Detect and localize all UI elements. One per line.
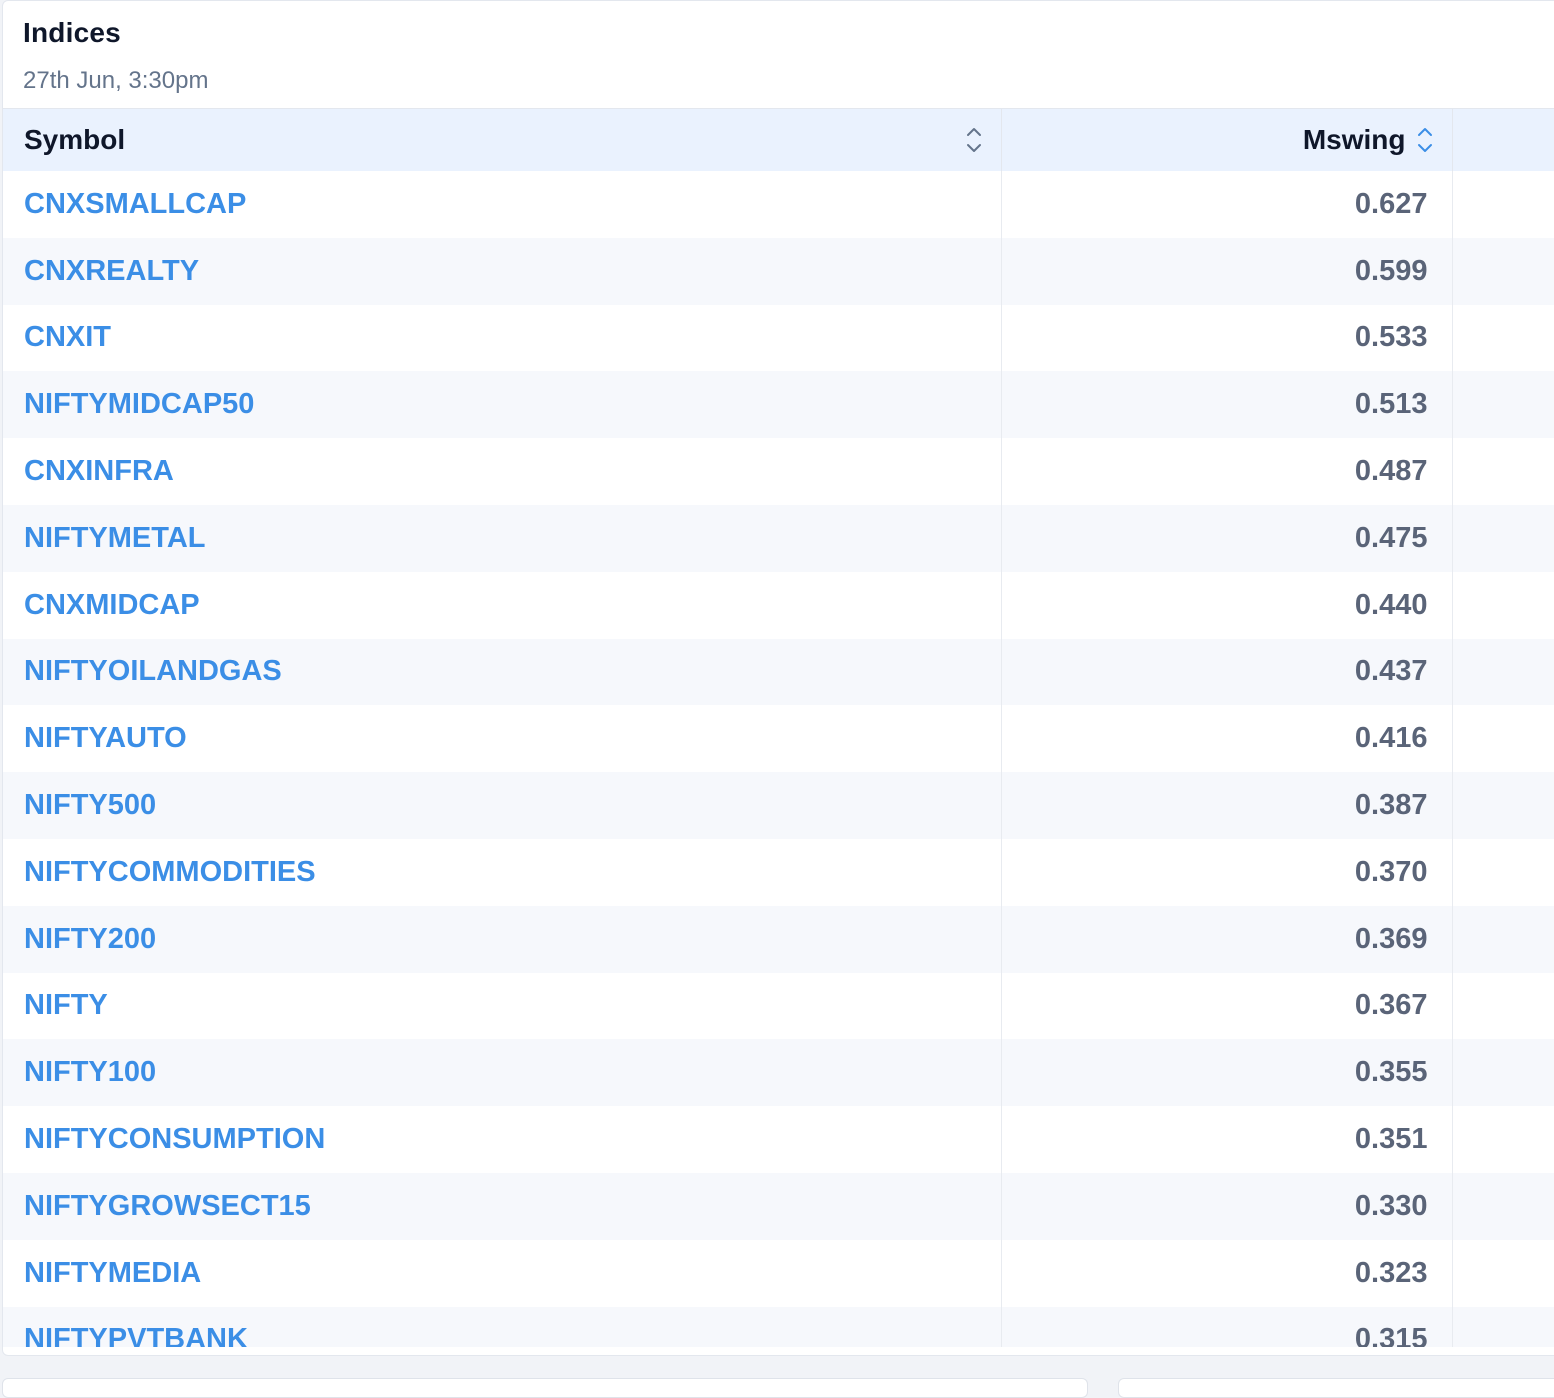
symbol-link[interactable]: CNXINFRA (3, 438, 1002, 505)
next-panel-right (1118, 1378, 1554, 1398)
symbol-link[interactable]: CNXREALTY (3, 237, 1002, 305)
mswing-value: 0.351 (1001, 1106, 1453, 1173)
row-spacer-cell (1452, 906, 1554, 973)
table-row[interactable]: CNXINFRA 0.487 (3, 438, 1554, 505)
table-row[interactable]: NIFTYMEDIA 0.323 (3, 1239, 1554, 1307)
table-row[interactable]: NIFTYMETAL 0.475 (3, 504, 1554, 572)
symbol-link[interactable]: NIFTY500 (3, 772, 1002, 839)
card-title: Indices (23, 17, 121, 48)
column-header-mswing-label: Mswing (1302, 124, 1406, 155)
column-header-symbol[interactable]: Symbol (3, 109, 1002, 171)
column-header-spacer (1452, 109, 1554, 171)
table-body: CNXSMALLCAP 0.627 CNXREALTY 0.599 CNXIT 0.533… (3, 171, 1554, 1347)
row-spacer-cell (1452, 305, 1554, 372)
row-spacer-cell (1452, 171, 1554, 238)
indices-card: Indices 27th Jun, 3:30pm Symbol Mswing C… (2, 0, 1554, 1356)
mswing-value: 0.369 (1001, 905, 1453, 973)
table-row[interactable]: NIFTYCOMMODITIES 0.370 (3, 838, 1554, 906)
table-row[interactable]: NIFTYGROWSECT15 0.330 (3, 1172, 1554, 1240)
table-row[interactable]: NIFTYMIDCAP50 0.513 (3, 371, 1554, 439)
card-header: Indices 27th Jun, 3:30pm (3, 1, 1554, 109)
symbol-link[interactable]: CNXMIDCAP (3, 571, 1002, 639)
row-spacer-cell (1452, 1039, 1554, 1106)
symbol-link[interactable]: NIFTYMETAL (3, 504, 1002, 572)
sort-up-down-icon[interactable] (965, 123, 983, 157)
table-row[interactable]: NIFTY 0.367 (3, 972, 1554, 1040)
symbol-link[interactable]: NIFTY (3, 972, 1002, 1040)
symbol-link[interactable]: NIFTYCONSUMPTION (3, 1106, 1002, 1173)
symbol-link[interactable]: NIFTYGROWSECT15 (3, 1172, 1002, 1240)
mswing-value: 0.355 (1001, 1039, 1453, 1107)
row-spacer-cell (1452, 371, 1554, 438)
row-spacer-cell (1452, 505, 1554, 572)
next-panel-left (2, 1378, 1088, 1398)
card-timestamp: 27th Jun, 3:30pm (23, 67, 209, 94)
mswing-value: 0.440 (1001, 571, 1453, 639)
table-row[interactable]: CNXIT 0.533 (3, 304, 1554, 372)
column-header-symbol-label: Symbol (24, 124, 126, 155)
row-spacer-cell (1452, 1106, 1554, 1173)
table-header-row: Symbol Mswing (3, 109, 1554, 171)
row-spacer-cell (1452, 973, 1554, 1040)
row-spacer-cell (1452, 438, 1554, 505)
symbol-link[interactable]: NIFTYPVTBANK (3, 1306, 1002, 1347)
symbol-link[interactable]: NIFTYOILANDGAS (3, 638, 1002, 706)
table-row[interactable]: NIFTYCONSUMPTION 0.351 (3, 1106, 1554, 1173)
mswing-value: 0.330 (1001, 1172, 1453, 1240)
table-row[interactable]: NIFTY100 0.355 (3, 1039, 1554, 1107)
table-row[interactable]: NIFTY200 0.369 (3, 905, 1554, 973)
table-row[interactable]: CNXREALTY 0.599 (3, 237, 1554, 305)
symbol-link[interactable]: NIFTYMEDIA (3, 1239, 1002, 1307)
row-spacer-cell (1452, 839, 1554, 906)
symbol-link[interactable]: CNXSMALLCAP (3, 171, 1002, 238)
mswing-value: 0.323 (1001, 1239, 1453, 1307)
table-row[interactable]: NIFTYOILANDGAS 0.437 (3, 638, 1554, 706)
row-spacer-cell (1452, 1240, 1554, 1307)
table-row[interactable]: CNXMIDCAP 0.440 (3, 571, 1554, 639)
mswing-value: 0.533 (1001, 304, 1453, 372)
row-spacer-cell (1452, 572, 1554, 639)
mswing-value: 0.475 (1001, 504, 1453, 572)
column-header-mswing[interactable]: Mswing (1001, 109, 1453, 171)
row-spacer-cell (1452, 1307, 1554, 1347)
mswing-value: 0.416 (1001, 705, 1453, 773)
mswing-value: 0.370 (1001, 838, 1453, 906)
mswing-value: 0.599 (1001, 237, 1453, 305)
table-row[interactable]: NIFTYPVTBANK 0.315 (3, 1306, 1554, 1347)
symbol-link[interactable]: NIFTY200 (3, 905, 1002, 973)
table-row[interactable]: NIFTYAUTO 0.416 (3, 705, 1554, 773)
mswing-value: 0.387 (1001, 772, 1453, 839)
symbol-link[interactable]: NIFTYAUTO (3, 705, 1002, 773)
next-panels-strip (0, 1378, 1554, 1398)
table-row[interactable]: CNXSMALLCAP 0.627 (3, 171, 1554, 238)
mswing-value: 0.315 (1001, 1306, 1453, 1347)
mswing-value: 0.437 (1001, 638, 1453, 706)
row-spacer-cell (1452, 639, 1554, 706)
indices-table: Symbol Mswing CNXSMALLCAP 0.627 CNXREALT… (3, 109, 1554, 1347)
symbol-link[interactable]: NIFTY100 (3, 1039, 1002, 1107)
symbol-link[interactable]: NIFTYMIDCAP50 (3, 371, 1002, 439)
sort-up-down-icon[interactable] (1416, 123, 1434, 157)
symbol-link[interactable]: NIFTYCOMMODITIES (3, 838, 1002, 906)
mswing-value: 0.627 (1001, 171, 1453, 238)
row-spacer-cell (1452, 705, 1554, 772)
mswing-value: 0.487 (1001, 438, 1453, 505)
indices-table-scroll[interactable]: Symbol Mswing CNXSMALLCAP 0.627 CNXREALT… (3, 109, 1554, 1347)
mswing-value: 0.513 (1001, 371, 1453, 439)
table-row[interactable]: NIFTY500 0.387 (3, 772, 1554, 839)
symbol-link[interactable]: CNXIT (3, 304, 1002, 372)
row-spacer-cell (1452, 238, 1554, 305)
row-spacer-cell (1452, 772, 1554, 839)
mswing-value: 0.367 (1001, 972, 1453, 1040)
row-spacer-cell (1452, 1173, 1554, 1240)
